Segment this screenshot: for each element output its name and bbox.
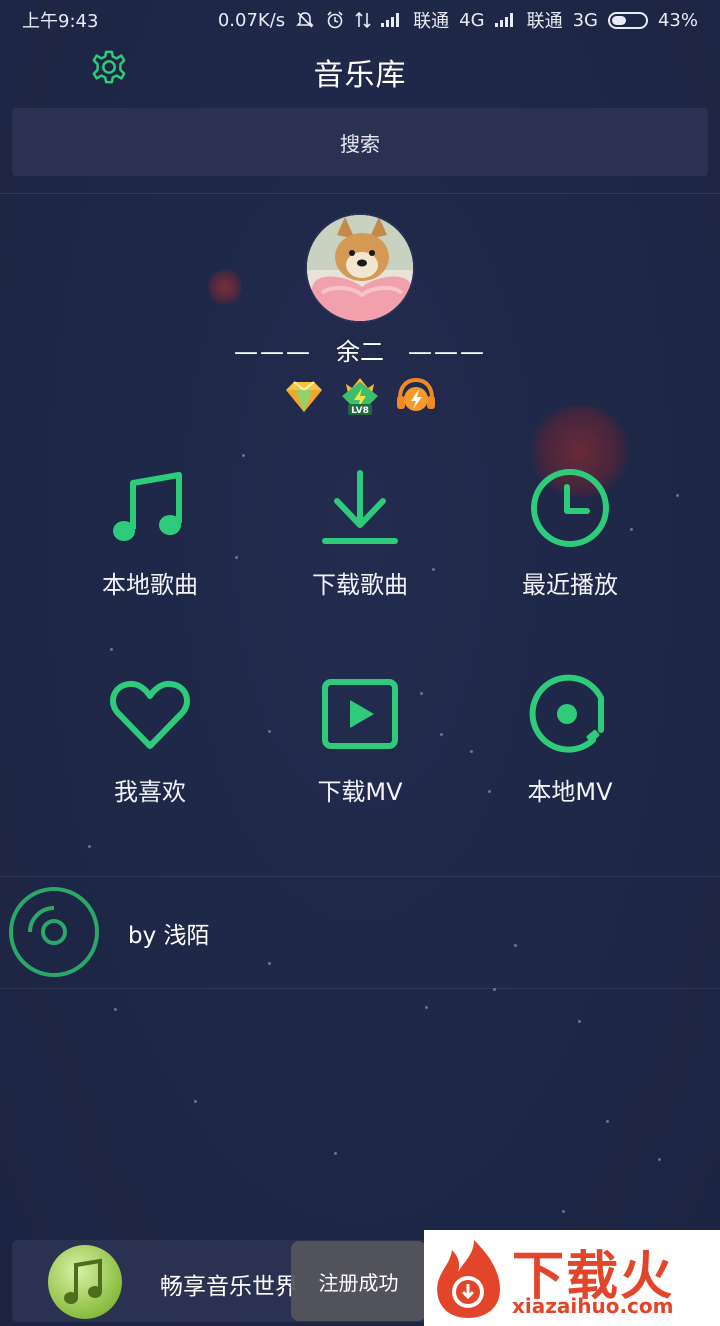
carrier-2: 联通 bbox=[526, 11, 563, 32]
star-dot bbox=[606, 1120, 609, 1123]
star-dot bbox=[194, 1100, 197, 1103]
signal-icon bbox=[381, 13, 403, 27]
music-note-cover-icon bbox=[64, 1258, 102, 1304]
play-video-icon bbox=[322, 679, 398, 749]
grid-item-downloaded-songs[interactable]: 下载歌曲 bbox=[255, 465, 465, 600]
status-bar: 上午9:43 0.07K/s 联通 4G 联通 3G 43% bbox=[0, 0, 720, 40]
username: 余二 bbox=[336, 338, 384, 366]
alarm-icon bbox=[327, 11, 343, 29]
grid-label: 本地MV bbox=[527, 778, 613, 806]
lightning-headphone-icon[interactable] bbox=[394, 374, 438, 418]
grid-item-local-songs[interactable]: 本地歌曲 bbox=[45, 465, 255, 600]
badge-row: LV8 bbox=[0, 374, 720, 418]
avatar[interactable] bbox=[305, 213, 415, 323]
star-dot bbox=[334, 1152, 337, 1155]
network-type-1: 4G bbox=[459, 9, 485, 31]
app-header: 音乐库 bbox=[0, 40, 720, 96]
clock-icon bbox=[531, 469, 609, 547]
watermark: 下载火 xiazaihuo.com bbox=[424, 1230, 720, 1326]
grid-label: 下载歌曲 bbox=[312, 571, 408, 599]
star-dot bbox=[658, 1158, 661, 1161]
star-dot bbox=[242, 454, 245, 457]
page-title: 音乐库 bbox=[313, 58, 407, 93]
star-dot bbox=[114, 1008, 117, 1011]
star-dot bbox=[562, 1210, 565, 1213]
grid-item-local-mv[interactable]: 本地MV bbox=[465, 672, 675, 807]
signal-icon bbox=[494, 13, 517, 27]
heart-icon bbox=[110, 680, 190, 749]
network-speed: 0.07K/s bbox=[217, 9, 286, 31]
star-dot bbox=[676, 494, 679, 497]
star-dot bbox=[578, 1020, 581, 1023]
divider bbox=[0, 193, 720, 194]
grid-label: 下载MV bbox=[317, 778, 403, 806]
player-title: 畅享音乐世界 bbox=[160, 1274, 298, 1300]
dog-avatar-image bbox=[307, 215, 413, 321]
music-library-screen: 上午9:43 0.07K/s 联通 4G 联通 3G 43% 音乐库 搜索 ——… bbox=[0, 0, 720, 1326]
level-text: LV8 bbox=[351, 406, 369, 416]
status-time: 上午9:43 bbox=[22, 11, 99, 32]
data-transfer-icon bbox=[355, 11, 371, 29]
grid-label: 我喜欢 bbox=[114, 778, 186, 806]
playlist-row[interactable]: by 浅陌 bbox=[0, 876, 720, 988]
grid-label: 本地歌曲 bbox=[102, 571, 198, 599]
status-right: 0.07K/s 联通 4G 联通 3G 43% bbox=[218, 7, 698, 33]
dash-left: ——— bbox=[234, 338, 312, 366]
vinyl-disc-icon bbox=[9, 887, 99, 977]
star-dot bbox=[88, 845, 91, 848]
battery-icon bbox=[607, 11, 648, 29]
firework-glow bbox=[208, 268, 242, 306]
carrier-1: 联通 bbox=[413, 11, 450, 32]
username-line: ——— 余二 ——— bbox=[0, 332, 720, 367]
diamond-icon[interactable] bbox=[282, 374, 326, 418]
grid-item-my-favorites[interactable]: 我喜欢 bbox=[45, 672, 255, 807]
network-type-2: 3G bbox=[572, 9, 598, 31]
watermark-url: xiazaihuo.com bbox=[512, 1294, 674, 1318]
search-bar[interactable]: 搜索 bbox=[12, 108, 708, 176]
dash-right: ——— bbox=[408, 338, 486, 366]
grid-item-downloaded-mv[interactable]: 下载MV bbox=[255, 672, 465, 807]
star-dot bbox=[425, 1006, 428, 1009]
level-crown-icon[interactable]: LV8 bbox=[338, 374, 382, 418]
divider bbox=[0, 988, 720, 989]
flame-logo-icon bbox=[437, 1240, 500, 1318]
star-dot bbox=[110, 648, 113, 651]
battery-percent: 43% bbox=[657, 9, 698, 31]
grid-label: 最近播放 bbox=[522, 571, 618, 599]
bell-off-icon bbox=[296, 12, 315, 28]
grid-item-recent-plays[interactable]: 最近播放 bbox=[465, 465, 675, 600]
playlist-author: by 浅陌 bbox=[128, 923, 210, 949]
disc-play-icon bbox=[529, 674, 604, 753]
toast-message: 注册成功 bbox=[291, 1241, 426, 1321]
player-cover[interactable] bbox=[48, 1245, 122, 1319]
music-note-icon bbox=[113, 472, 182, 541]
download-icon bbox=[322, 470, 398, 544]
